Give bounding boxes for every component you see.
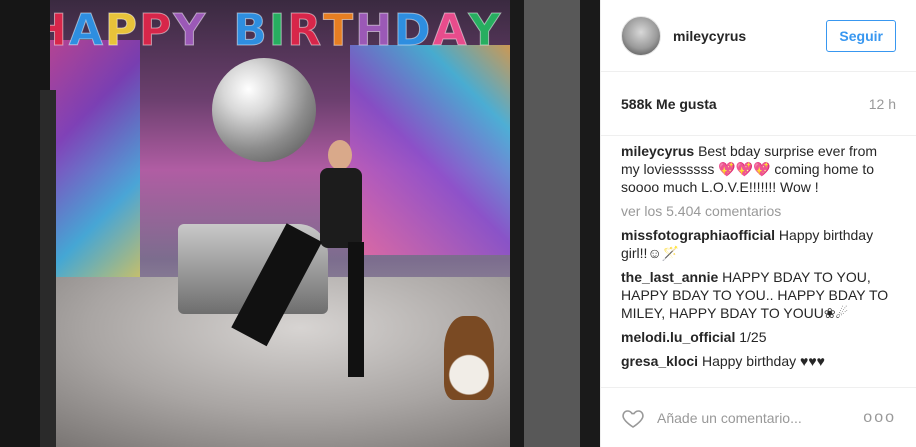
likes-count[interactable]: 588k Me gusta [621, 96, 869, 112]
comment-user[interactable]: melodi.lu_official [621, 329, 735, 345]
balloon-letter: D [393, 5, 431, 57]
comment-item: the_last_annie HAPPY BDAY TO YOU, HAPPY … [621, 268, 896, 322]
balloon-letter: P [139, 5, 172, 57]
heart-outline-icon[interactable] [621, 406, 645, 430]
comment-text: Happy birthday ♥♥♥ [701, 353, 825, 369]
door-frame-left-inner [40, 90, 56, 447]
caption: mileycyrus Best bday surprise ever from … [621, 142, 896, 196]
likes-row: 588k Me gusta 12 h [601, 72, 916, 136]
comment-item: missfotographiaofficial Happy birthday g… [621, 226, 896, 262]
person-leg-right [348, 242, 364, 377]
person-figure [231, 140, 380, 385]
balloon-letter: B [233, 5, 268, 57]
balloon-letter: Y [468, 5, 501, 57]
caption-user[interactable]: mileycyrus [621, 143, 694, 159]
balloon-letter: Y [173, 5, 206, 57]
more-options-icon[interactable]: ooo [863, 409, 896, 427]
comments-list: mileycyrus Best bday surprise ever from … [601, 136, 916, 380]
add-comment-input[interactable] [657, 409, 864, 426]
balloon-letter: H [355, 5, 393, 57]
comment-user[interactable]: gresa_kloci [621, 353, 698, 369]
username[interactable]: mileycyrus [673, 28, 826, 44]
happy-birthday-balloons: HAPPYBIRTHDAY [30, 2, 590, 62]
person-head [328, 140, 352, 170]
dog [444, 316, 494, 400]
post-photo[interactable]: HAPPYBIRTHDAY [0, 0, 600, 447]
post-time[interactable]: 12 h [869, 96, 896, 112]
view-all-comments-link[interactable]: ver los 5.404 comentarios [621, 202, 896, 220]
comment-user[interactable]: missfotographiaofficial [621, 227, 775, 243]
balloon-letter: A [432, 5, 467, 57]
balloon-letter: I [268, 5, 286, 57]
comment-item: gresa_kloci Happy birthday ♥♥♥ [621, 352, 896, 370]
avatar[interactable] [621, 15, 661, 56]
post-header: mileycyrus Seguir [601, 0, 916, 72]
balloon-letter: T [323, 5, 354, 57]
person-torso [320, 168, 362, 248]
follow-button[interactable]: Seguir [826, 19, 896, 52]
comment-user[interactable]: the_last_annie [621, 269, 718, 285]
comment-item: melodi.lu_official 1/25 [621, 328, 896, 346]
comment-footer: ooo [601, 387, 916, 447]
door-frame-right [510, 0, 600, 447]
balloon-letter: A [68, 5, 103, 57]
post-side-panel: mileycyrus Seguir 588k Me gusta 12 h mil… [600, 0, 916, 447]
balloon-letter: P [104, 5, 138, 57]
comment-text: 1/25 [739, 329, 767, 345]
balloon-letter: R [287, 5, 322, 57]
